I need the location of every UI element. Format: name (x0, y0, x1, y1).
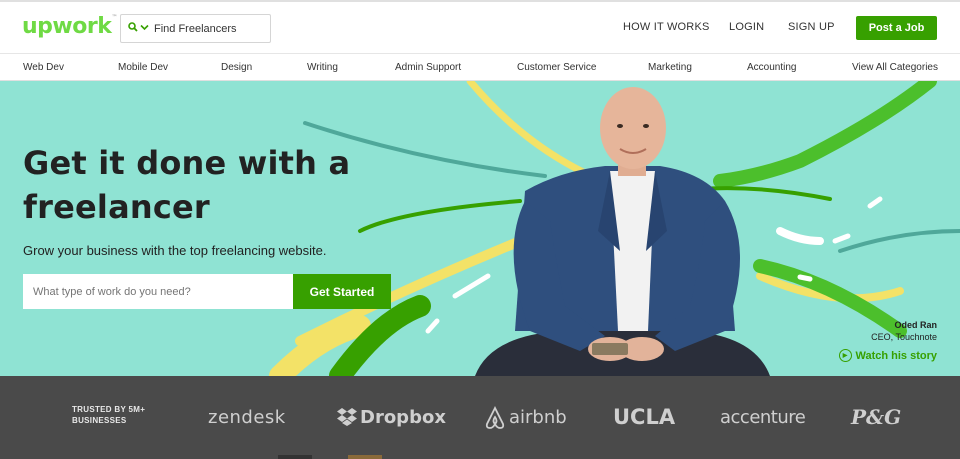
dropbox-icon (336, 407, 358, 432)
chevron-down-icon[interactable] (140, 23, 149, 34)
category-writing[interactable]: Writing (307, 62, 338, 73)
category-web-dev[interactable]: Web Dev (23, 62, 64, 73)
category-admin-support[interactable]: Admin Support (395, 62, 461, 73)
top-header: upwork™ Find Freelancers HOW IT WORKS LO… (0, 0, 960, 53)
search-icon (128, 22, 138, 35)
bottom-strip-dark (278, 455, 312, 459)
nav-how-it-works[interactable]: HOW IT WORKS (623, 21, 710, 33)
nav-sign-up[interactable]: SIGN UP (788, 21, 835, 33)
work-search-input[interactable] (23, 274, 293, 309)
play-icon: ▶ (838, 349, 852, 362)
category-mobile-dev[interactable]: Mobile Dev (118, 62, 168, 73)
category-accounting[interactable]: Accounting (747, 62, 796, 73)
watch-story-label: Watch his story (855, 349, 938, 362)
watch-story-link[interactable]: ▶ Watch his story (838, 349, 938, 362)
hero-title: Get it done with a freelancer (23, 144, 351, 226)
category-view-all[interactable]: View All Categories (852, 62, 938, 73)
trusted-label-line2: BUSINESSES (72, 416, 127, 425)
hero-subtitle: Grow your business with the top freelanc… (23, 243, 327, 258)
ceo-photo (475, 87, 770, 376)
hero-section: Get it done with a freelancer Grow your … (0, 81, 960, 376)
trusted-label: TRUSTED BY 5M+ BUSINESSES (72, 404, 145, 426)
category-design[interactable]: Design (221, 62, 252, 73)
airbnb-logo: airbnb (509, 407, 567, 428)
category-customer-service[interactable]: Customer Service (517, 62, 596, 73)
get-started-button[interactable]: Get Started (293, 274, 391, 309)
post-a-job-button[interactable]: Post a Job (856, 16, 937, 40)
upwork-logo[interactable]: upwork™ (22, 14, 117, 39)
person-role: CEO, Touchnote (871, 332, 937, 342)
pg-logo: P&G (851, 405, 902, 429)
person-name: Oded Ran (894, 320, 937, 330)
dropbox-logo: Dropbox (360, 407, 446, 428)
accenture-logo: accenture (720, 407, 806, 428)
find-freelancers-search[interactable]: Find Freelancers (120, 14, 271, 43)
category-marketing[interactable]: Marketing (648, 62, 692, 73)
airbnb-icon (485, 405, 505, 435)
zendesk-logo: zendesk (208, 407, 286, 428)
trusted-label-line1: TRUSTED BY 5M+ (72, 405, 146, 414)
nav-login[interactable]: LOGIN (729, 21, 764, 33)
bottom-strip-brown (348, 455, 382, 459)
trusted-by-section: TRUSTED BY 5M+ BUSINESSES zendesk Dropbo… (0, 376, 960, 459)
search-label: Find Freelancers (154, 22, 237, 35)
category-bar: Web Dev Mobile Dev Design Writing Admin … (0, 53, 960, 81)
ucla-logo: UCLA (613, 405, 676, 429)
